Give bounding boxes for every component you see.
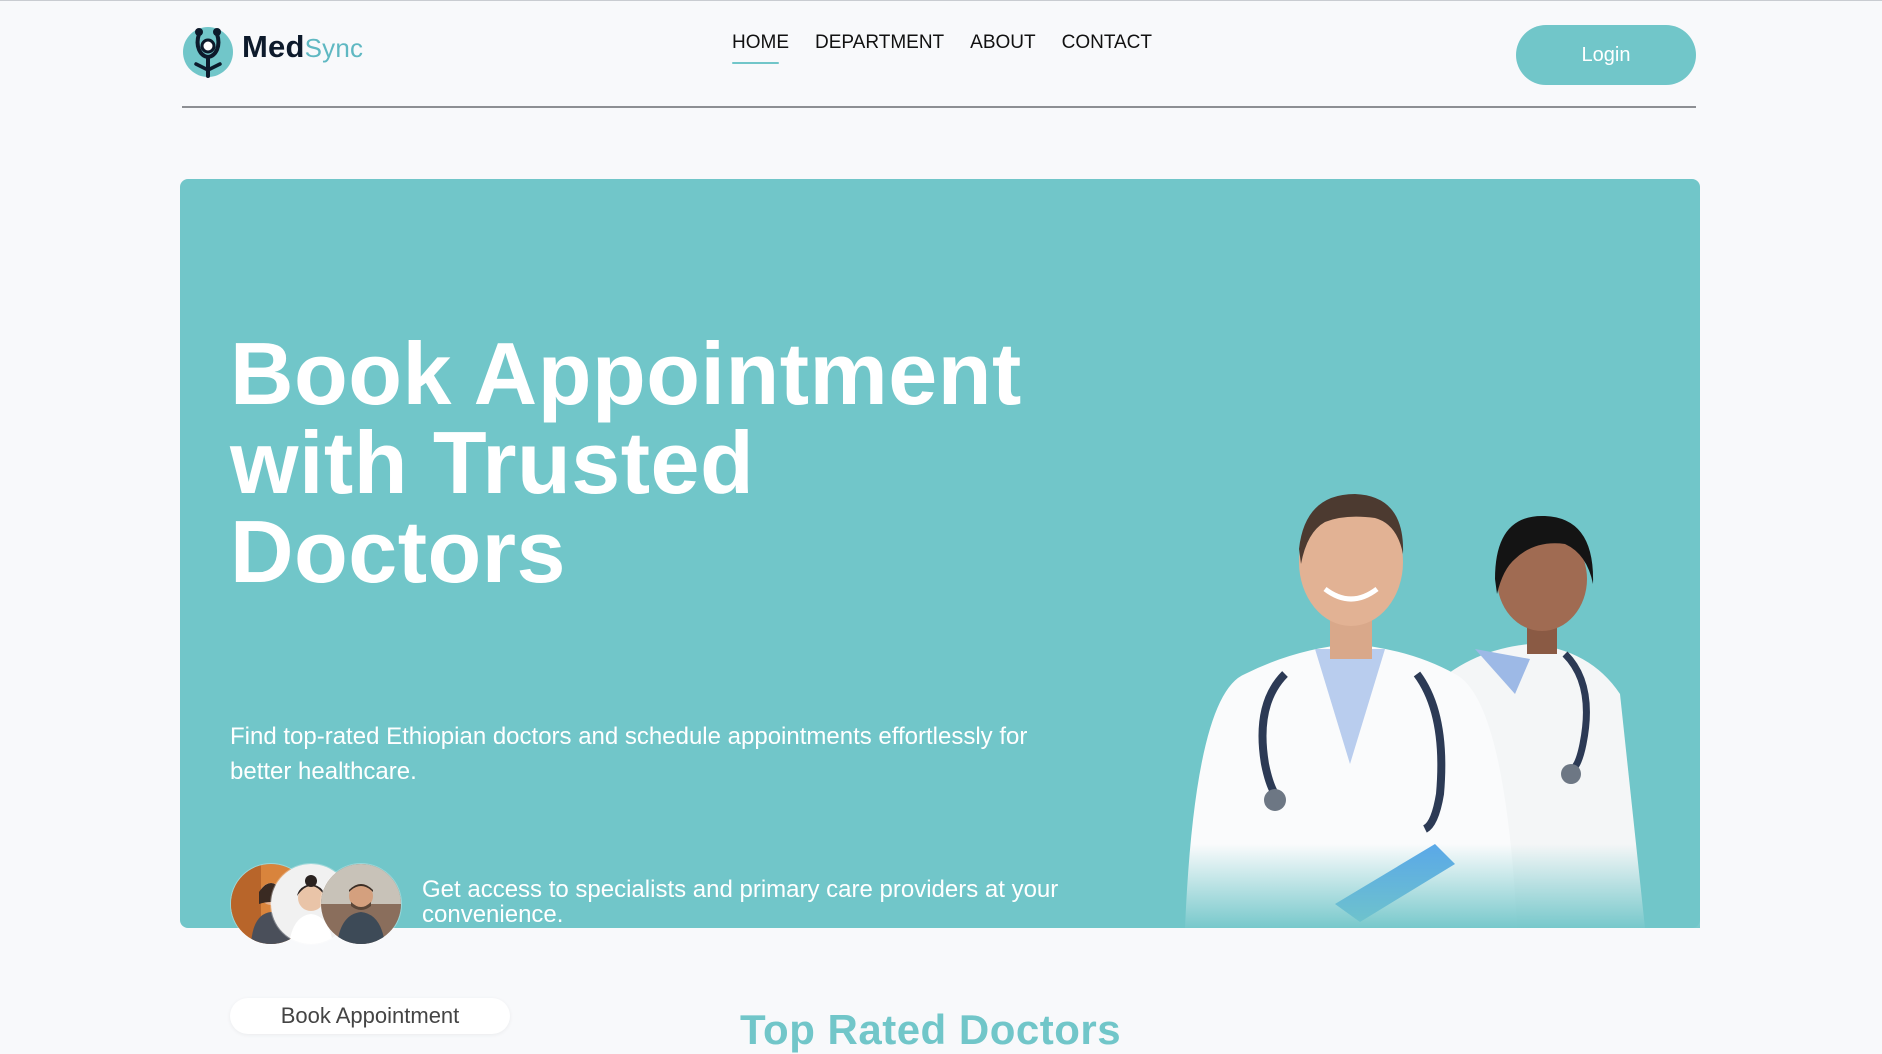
- patient-avatars: [230, 863, 410, 945]
- stethoscope-person-icon: [183, 27, 233, 78]
- hero-title-line: with Trusted: [230, 413, 755, 512]
- nav-about[interactable]: ABOUT: [970, 32, 1035, 64]
- brand-logo[interactable]: MedSync: [182, 24, 363, 78]
- avatar: [320, 863, 402, 945]
- top-border: [0, 0, 1882, 1]
- nav-department[interactable]: DEPARTMENT: [815, 32, 944, 64]
- login-button[interactable]: Login: [1516, 25, 1696, 85]
- hero-title-line: Book Appointment: [230, 324, 1022, 423]
- hero-banner: Book Appointment with Trusted Doctors Fi…: [180, 179, 1700, 945]
- hero-title-line: Doctors: [230, 502, 566, 601]
- hero-title: Book Appointment with Trusted Doctors: [230, 329, 1130, 596]
- hero-note: Get access to specialists and primary ca…: [422, 876, 1059, 928]
- header-divider: [182, 106, 1696, 108]
- brand-name-bold: Med: [242, 29, 305, 64]
- nav-contact[interactable]: CONTACT: [1062, 32, 1152, 64]
- doctors-image: [1135, 494, 1700, 928]
- hero-subtitle: Find top-rated Ethiopian doctors and sch…: [230, 723, 1028, 785]
- section-title-top-rated: Top Rated Doctors: [740, 1006, 1122, 1053]
- book-appointment-button[interactable]: Book Appointment: [230, 998, 510, 1034]
- brand-name-light: Sync: [304, 33, 364, 63]
- main-nav: HOME DEPARTMENT ABOUT CONTACT: [732, 32, 1152, 64]
- brand-name: MedSync: [242, 29, 363, 65]
- nav-home[interactable]: HOME: [732, 32, 789, 64]
